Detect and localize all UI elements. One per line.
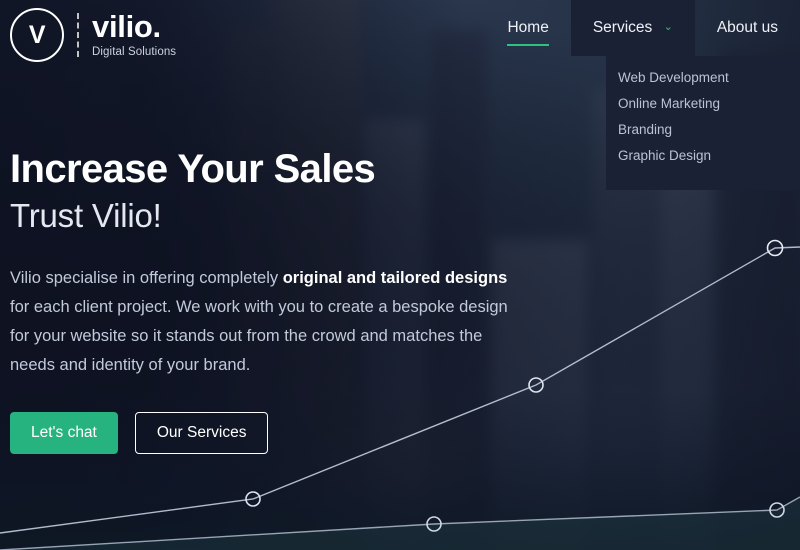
hero-paragraph: Vilio specialise in offering completely … (10, 264, 520, 380)
dropdown-item-web-development[interactable]: Web Development (606, 64, 800, 90)
logo-dashed-divider (77, 13, 79, 57)
nav-item-about-us[interactable]: About us (695, 0, 800, 56)
hero-paragraph-part2: for each client project. We work with yo… (10, 298, 508, 375)
nav-item-services-label: Services (592, 19, 653, 36)
logo-wordmark: vilio. Digital Solutions (92, 11, 176, 60)
hero-paragraph-emphasis: original and tailored designs (282, 269, 508, 288)
logo-circle-v-icon: V (10, 8, 64, 62)
services-dropdown-menu: Web Development Online Marketing Brandin… (606, 56, 800, 190)
our-services-button[interactable]: Our Services (134, 412, 269, 455)
page-title: Increase Your Sales (10, 147, 376, 191)
nav-item-services[interactable]: Services ⌄ (570, 0, 695, 56)
logo-mark-letter: V (28, 20, 46, 49)
main-navigation: Home Services ⌄ About us (485, 0, 800, 56)
dropdown-item-branding[interactable]: Branding (606, 116, 800, 142)
nav-active-underline (507, 44, 549, 46)
brand-tagline: Digital Solutions (92, 45, 177, 58)
nav-item-about-us-label: About us (716, 19, 778, 36)
hero-section: V vilio. Digital Solutions Home Services… (0, 0, 800, 550)
dropdown-item-online-marketing[interactable]: Online Marketing (606, 90, 800, 116)
hero-content: Increase Your Sales Trust Vilio! Vilio s… (10, 147, 540, 455)
nav-item-home-label: Home (507, 19, 549, 36)
hero-button-row: Let's chat Our Services (10, 412, 540, 455)
page-subtitle: Trust Vilio! (10, 197, 162, 235)
hero-paragraph-part1: Vilio specialise in offering completely (10, 269, 283, 288)
brand-name: vilio. (92, 8, 161, 44)
brand-logo[interactable]: V vilio. Digital Solutions (10, 8, 176, 62)
site-header: V vilio. Digital Solutions Home Services… (0, 0, 800, 62)
nav-item-home[interactable]: Home (485, 0, 570, 56)
chevron-down-icon: ⌄ (663, 21, 673, 33)
dropdown-item-graphic-design[interactable]: Graphic Design (606, 142, 800, 168)
lets-chat-button[interactable]: Let's chat (10, 412, 118, 455)
